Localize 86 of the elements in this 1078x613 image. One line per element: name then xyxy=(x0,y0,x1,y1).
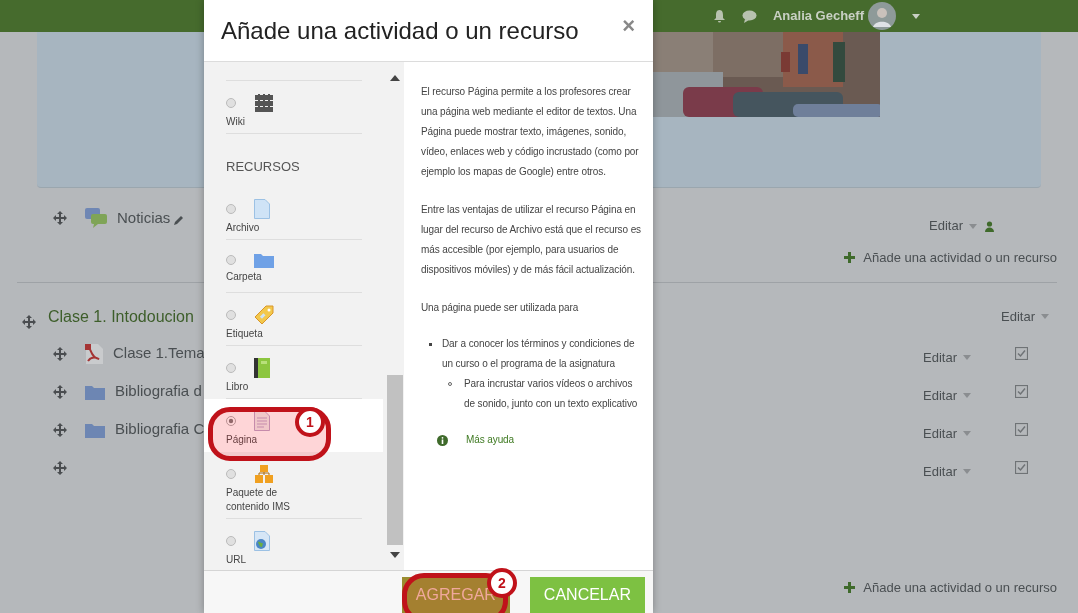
radio-button[interactable] xyxy=(226,204,236,214)
caret-icon xyxy=(969,223,977,229)
add-activity-link[interactable]: Añade una actividad o un recurso xyxy=(844,248,1057,268)
folder-icon xyxy=(254,252,274,268)
radio-button[interactable] xyxy=(226,416,236,426)
info-icon xyxy=(437,434,448,446)
move-icon[interactable] xyxy=(22,314,36,329)
radio-button[interactable] xyxy=(226,255,236,265)
scrollbar-thumb[interactable] xyxy=(387,375,403,545)
plus-icon xyxy=(844,581,856,593)
pencil-icon[interactable] xyxy=(173,214,186,226)
user-name[interactable]: Analia Gecheff xyxy=(772,6,864,26)
option-label: Wiki xyxy=(226,115,246,129)
edit-menu[interactable]: Editar xyxy=(923,423,971,444)
option-row[interactable]: Etiqueta xyxy=(204,293,383,346)
chat-icon[interactable] xyxy=(741,9,757,23)
option-label: Archivo xyxy=(226,221,261,235)
caret-icon xyxy=(1041,314,1049,319)
caret-icon xyxy=(963,469,971,474)
option-label: Paquete de contenido IMS xyxy=(226,486,291,514)
option-label: Etiqueta xyxy=(226,327,264,341)
option-row[interactable]: Paquete de contenido IMS xyxy=(204,452,383,519)
list-text: Para incrustar varios vídeos o archivos de sonido, junto con un texto explicativo xyxy=(464,377,639,411)
list-text: Dar a conocer los términos y condiciones de un curso o el programa de la asignatura xyxy=(442,337,636,371)
activity-link[interactable]: Noticias xyxy=(117,206,171,230)
dialog-title: Añade una actividad o un recurso xyxy=(221,16,579,46)
edit-menu[interactable]: Editar xyxy=(923,385,971,406)
option-label: Página xyxy=(226,433,259,447)
caret-icon xyxy=(963,355,971,360)
plus-icon xyxy=(844,252,856,264)
completion-checkbox[interactable] xyxy=(1015,461,1028,474)
grid-icon xyxy=(254,93,274,113)
cancel-button[interactable]: CANCELAR xyxy=(529,577,645,613)
caret-icon xyxy=(963,431,971,436)
add-activity-link[interactable]: Añade una actividad o un recurso xyxy=(844,577,1057,597)
file-icon xyxy=(254,199,270,219)
radio-button[interactable] xyxy=(226,98,236,108)
page-icon xyxy=(254,411,270,431)
completion-checkbox[interactable] xyxy=(1015,347,1028,360)
radio-button[interactable] xyxy=(226,310,236,320)
option-label: URL xyxy=(226,553,247,567)
edit-menu[interactable]: Editar xyxy=(1001,306,1049,327)
option-row[interactable]: Wiki xyxy=(204,81,383,134)
activity-link[interactable]: Clase 1.Tema xyxy=(113,342,205,365)
move-icon[interactable] xyxy=(53,384,67,399)
completion-checkbox[interactable] xyxy=(1015,385,1028,398)
tag-icon xyxy=(254,305,274,325)
completion-checkbox[interactable] xyxy=(1015,423,1028,436)
bell-icon[interactable] xyxy=(712,9,726,23)
globe-icon xyxy=(254,531,270,551)
forum-icon xyxy=(85,208,107,228)
close-button[interactable]: × xyxy=(622,16,635,36)
activity-link[interactable]: Bibliografia C xyxy=(115,418,205,441)
edit-menu[interactable]: Editar xyxy=(923,347,971,368)
option-row[interactable]: Archivo xyxy=(204,187,383,240)
caret-icon[interactable] xyxy=(912,13,920,19)
description-text: Entre las ventajas de utilizar el recurso Página en lugar del recurso de Archivo está que el recurso es más accesible (por ejemplo, para usuarios de dispositivos móviles) y de más fácil actualización. xyxy=(421,203,643,277)
edit-menu[interactable]: Editar xyxy=(929,216,977,236)
user-icon[interactable] xyxy=(985,220,994,232)
option-label: Libro xyxy=(226,380,250,394)
option-row[interactable]: Carpeta xyxy=(204,240,383,293)
avatar[interactable] xyxy=(868,2,896,30)
radio-button[interactable] xyxy=(226,536,236,546)
move-icon[interactable] xyxy=(53,346,67,361)
move-icon[interactable] xyxy=(53,422,67,437)
folder-icon xyxy=(85,421,105,438)
scroll-down-icon[interactable] xyxy=(390,552,400,558)
move-icon[interactable] xyxy=(53,211,67,225)
bullet xyxy=(429,343,432,346)
boxes-icon xyxy=(254,464,274,484)
help-link[interactable]: Más ayuda xyxy=(466,430,515,450)
radio-button[interactable] xyxy=(226,469,236,479)
edit-menu[interactable]: Editar xyxy=(923,461,971,482)
option-label: Carpeta xyxy=(226,270,263,284)
section-heading: RECURSOS xyxy=(225,158,301,176)
folder-icon xyxy=(85,383,105,400)
activity-link[interactable]: Bibliografia d xyxy=(115,380,202,403)
pdf-icon xyxy=(85,343,103,364)
scroll-up-icon[interactable] xyxy=(390,75,400,81)
radio-button[interactable] xyxy=(226,363,236,373)
caret-icon xyxy=(963,393,971,398)
description-text: Una página puede ser utilizada para xyxy=(421,301,580,315)
description-text: El recurso Página permite a los profesores crear una página web mediante el editor de textos. Una Página puede mostrar texto, imágenes, sonido, vídeo, enlaces web y código incrustado (como por ejemplo los mapas de Google) entre otros. xyxy=(421,85,640,179)
move-icon[interactable] xyxy=(53,460,67,475)
section-title[interactable]: Clase 1. Intodoucion xyxy=(48,304,194,329)
book-icon xyxy=(254,358,270,378)
